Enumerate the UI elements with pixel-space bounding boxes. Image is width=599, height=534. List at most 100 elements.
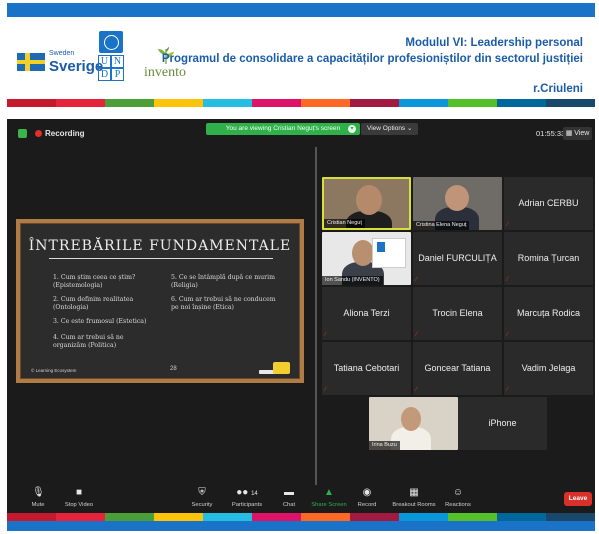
slide-question: 6. Cum ar trebui să ne conducem pe noi î… (171, 296, 276, 311)
shield-icon: ⛨ (198, 487, 206, 498)
stripe-segment (7, 513, 56, 521)
participant-tile[interactable]: iPhone (458, 397, 547, 450)
muted-mic-icon: ⁄ (416, 332, 418, 338)
participants-icon: ●● 14 (236, 487, 258, 498)
participant-name: Vadim Jelaga (521, 363, 576, 373)
location-label: r.Criuleni (533, 83, 583, 95)
participant-tile[interactable]: Irina Buzu (369, 397, 458, 450)
undp-letter: N (111, 55, 124, 68)
view-options-button[interactable]: View Options ⌄ (361, 123, 419, 135)
share-screen-icon: ▲ (324, 487, 334, 498)
participant-tile[interactable]: Marcuța Rodica ⁄ (504, 287, 593, 340)
breakout-rooms-button[interactable]: ▦ Breakout Rooms (389, 487, 439, 509)
security-label: Security (191, 502, 213, 508)
breakout-rooms-icon: ▦ (409, 487, 419, 498)
meeting-toolbar: 🎙︎ Mute ■ Stop Video ⛨ Security ●● 14 Pa… (7, 485, 595, 513)
share-screen-label: Share Screen (311, 502, 347, 508)
stripe-segment (546, 513, 595, 521)
stripe-segment (301, 513, 350, 521)
slide-question: 4. Cum ar trebui să ne organizăm (Politi… (53, 334, 124, 349)
participant-tile[interactable]: Romina Țurcan ⁄ (504, 232, 593, 285)
record-icon: ◉ (362, 487, 372, 498)
banner-header: Sweden Sverige U N D P invento Modulul V… (7, 17, 595, 99)
undp-logo-icon (377, 242, 385, 252)
undp-logo: U N D P (97, 31, 127, 101)
participant-name: iPhone (488, 418, 517, 428)
viewing-screen-banner[interactable]: You are viewing Cristian Neguț's screen … (206, 123, 360, 135)
chat-bubble-icon: ▬ (284, 487, 294, 498)
view-button[interactable]: ▦ View (563, 127, 592, 140)
participant-tile[interactable]: Vadim Jelaga ⁄ (504, 342, 593, 395)
participant-name-tag: Cristian Neguț (324, 219, 365, 228)
undp-letter: P (111, 68, 124, 81)
participant-tile[interactable]: Tatiana Cebotari ⁄ (322, 342, 411, 395)
share-screen-button[interactable]: ▲ Share Screen (309, 487, 349, 509)
stripe-segment (399, 513, 448, 521)
record-button[interactable]: ◉ Record (355, 487, 379, 509)
stripe-segment (56, 513, 105, 521)
view-button-label: View (574, 130, 590, 137)
sweden-big-label: Sverige (49, 58, 104, 75)
stripe-segment (399, 99, 448, 107)
stripe-segment (154, 99, 203, 107)
shared-screen-slide: ÎNTREBĂRILE FUNDAMENTALE 1. Cum știm cee… (16, 219, 304, 383)
mute-button[interactable]: 🎙︎ Mute (23, 488, 53, 509)
security-shield-icon[interactable] (18, 129, 27, 138)
participant-tile[interactable]: Cristina Elena Neguț (413, 177, 502, 230)
stop-video-button[interactable]: ■ Stop Video (59, 487, 99, 509)
muted-mic-icon: ⁄ (507, 222, 509, 228)
participant-name: Daniel FURCULIȚA (418, 253, 497, 263)
meeting-top-bar: Recording You are viewing Cristian Neguț… (7, 119, 595, 147)
breakout-rooms-label: Breakout Rooms (392, 502, 436, 508)
smiley-icon: ☺ (452, 487, 464, 498)
video-camera-icon: ■ (75, 487, 83, 498)
stripe-segment (350, 99, 399, 107)
stripe-segment (105, 513, 154, 521)
chalk-yellow-icon (273, 362, 290, 374)
participant-head (352, 240, 374, 266)
slide-page-number: 28 (170, 366, 177, 372)
stripe-segment (203, 99, 252, 107)
participant-name: Adrian CERBU (518, 198, 579, 208)
muted-mic-icon: ⁄ (416, 277, 418, 283)
stripe-segment (497, 99, 546, 107)
stripe-segment (497, 513, 546, 521)
program-subtitle: Programul de consolidare a capacităților… (161, 53, 583, 65)
participant-tile[interactable]: Trocin Elena ⁄ (413, 287, 502, 340)
record-label: Record (357, 502, 377, 508)
participant-name: Goncear Tatiana (424, 363, 491, 373)
participant-tile[interactable]: Adrian CERBU ⁄ (504, 177, 593, 230)
participant-name: Romina Țurcan (517, 253, 580, 263)
participant-tile[interactable]: Goncear Tatiana ⁄ (413, 342, 502, 395)
stripe-segment (448, 99, 497, 107)
participants-button[interactable]: ●● 14 Participants (229, 487, 265, 509)
slide-question: 1. Cum știm ceea ce știm? (Epistemologia… (53, 274, 136, 289)
participant-name: Marcuța Rodica (516, 308, 581, 318)
stripe-segment (301, 99, 350, 107)
view-options-label: View Options (367, 125, 406, 132)
muted-mic-icon: ⁄ (507, 387, 509, 393)
stripe-segment (546, 99, 595, 107)
un-globe-icon (99, 31, 123, 53)
chat-button[interactable]: ▬ Chat (279, 487, 299, 509)
security-button[interactable]: ⛨ Security (187, 487, 217, 509)
sweden-small-label: Sweden (49, 50, 75, 57)
reactions-button[interactable]: ☺ Reactions (443, 487, 473, 509)
viewing-banner-text: You are viewing Cristian Neguț's screen (225, 125, 341, 132)
muted-mic-icon: ⁄ (325, 387, 327, 393)
zoom-meeting-window: Recording You are viewing Cristian Neguț… (7, 119, 595, 513)
participant-tile[interactable]: Daniel FURCULIȚA ⁄ (413, 232, 502, 285)
participants-label: Participants (231, 502, 263, 508)
participant-tile[interactable]: Ion Sandu (INVENTO) (322, 232, 411, 285)
split-divider[interactable] (315, 147, 317, 485)
slide-title-underline (49, 258, 273, 259)
participant-tile[interactable]: Aliona Terzi ⁄ (322, 287, 411, 340)
participant-head (445, 185, 469, 211)
stripe-segment (350, 513, 399, 521)
participant-tile[interactable]: Cristian Neguț (322, 177, 411, 230)
leave-button[interactable]: Leave (564, 492, 592, 506)
undp-letter: D (98, 68, 111, 81)
bottom-blue-stripe (7, 521, 595, 531)
chevron-down-icon[interactable]: ▾ (348, 125, 356, 133)
chalkboard: ÎNTREBĂRILE FUNDAMENTALE 1. Cum știm cee… (20, 223, 300, 379)
